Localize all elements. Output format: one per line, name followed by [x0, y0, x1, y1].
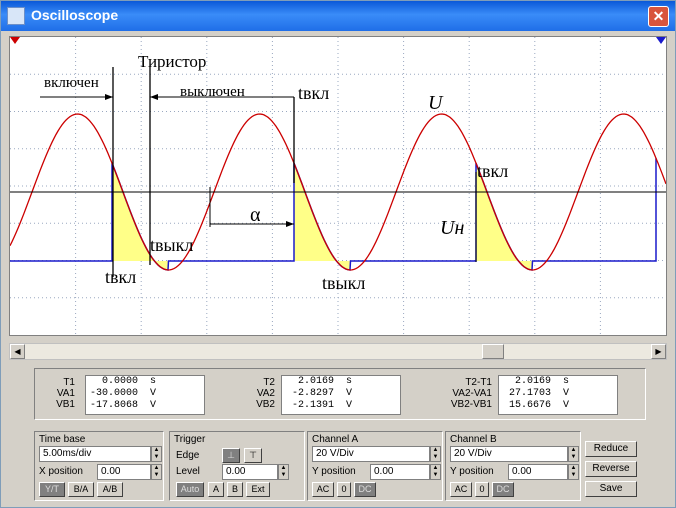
ba-button[interactable]: B/A	[68, 482, 94, 497]
readout-values-2: 2.0169 s -2.8297 V -2.1391 V	[281, 375, 401, 415]
horizontal-scrollbar[interactable]: ◀ ▶	[9, 343, 667, 360]
on-arrow-head-icon	[105, 94, 113, 100]
xpos-label: X position	[39, 466, 83, 477]
scroll-left-icon[interactable]: ◀	[10, 344, 25, 359]
un-label: Uн	[440, 217, 464, 239]
scope-screen[interactable]: Тиристор включен выключен tвкл U tвкл Uн…	[9, 36, 667, 336]
save-button[interactable]: Save	[585, 481, 637, 497]
app-icon	[7, 7, 25, 25]
ab-button[interactable]: A/B	[97, 482, 123, 497]
xpos-field[interactable]: 0.00	[97, 464, 151, 480]
channel-b-group: Channel B 20 V/Div ▲ ▼ Y position 0.00 ▲ ▼…	[445, 431, 581, 501]
channel-b-zero-button[interactable]: 0	[475, 482, 489, 497]
scroll-right-icon[interactable]: ▶	[651, 344, 666, 359]
level-spinner-icon[interactable]: ▲ ▼	[278, 464, 289, 480]
t-on-label-2: tвкл	[477, 161, 508, 181]
cursor2-marker-icon[interactable]	[656, 37, 666, 44]
timebase-title: Time base	[39, 434, 86, 445]
scroll-thumb[interactable]	[482, 344, 504, 359]
channel-b-ypos-spinner-icon[interactable]: ▲ ▼	[568, 464, 579, 480]
xpos-spinner-icon[interactable]: ▲ ▼	[151, 464, 162, 480]
channel-b-ypos-field[interactable]: 0.00	[508, 464, 568, 480]
conduction-fill	[294, 163, 351, 270]
alpha-arrow-head-icon	[286, 221, 294, 227]
channel-b-ypos-label: Y position	[450, 466, 494, 477]
oscilloscope-window: Oscilloscope ✕ Тиристор включен выключен…	[0, 0, 676, 508]
u-label: U	[428, 92, 444, 114]
yt-button[interactable]: Y/T	[39, 482, 65, 497]
channel-b-spinner-icon[interactable]: ▲ ▼	[568, 446, 579, 462]
reverse-button[interactable]: Reverse	[585, 461, 637, 477]
edge-label: Edge	[176, 450, 200, 461]
channel-a-spinner-icon[interactable]: ▲ ▼	[430, 446, 441, 462]
channel-a-scale-field[interactable]: 20 V/Div	[312, 446, 430, 462]
trigger-title: Trigger	[174, 434, 206, 445]
falling-edge-icon[interactable]: ⊤	[244, 448, 262, 463]
channel-b-dc-button[interactable]: DC	[492, 482, 514, 497]
trigger-group: Trigger Edge ⊥ ⊤ Level 0.00 ▲ ▼ Auto A B …	[169, 431, 305, 501]
rising-edge-icon[interactable]: ⊥	[222, 448, 240, 463]
off-label: выключен	[180, 84, 245, 100]
readout-values-1: 0.0000 s -30.0000 V -17.8068 V	[85, 375, 205, 415]
t-on-label-1: tвкл	[298, 83, 329, 103]
readout-values-3: 2.0169 s 27.1703 V 15.6676 V	[498, 375, 618, 415]
auto-button[interactable]: Auto	[176, 482, 204, 497]
channel-b-scale-field[interactable]: 20 V/Div	[450, 446, 568, 462]
channel-a-ypos-field[interactable]: 0.00	[370, 464, 430, 480]
channel-a-zero-button[interactable]: 0	[337, 482, 351, 497]
timebase-spinner-icon[interactable]: ▲ ▼	[151, 446, 162, 462]
trigger-b-button[interactable]: B	[227, 482, 243, 497]
thyristor-label: Тиристор	[138, 52, 206, 71]
scope-display: Тиристор включен выключен tвкл U tвкл Uн…	[9, 37, 667, 335]
t-off-label-2: tвыкл	[322, 273, 365, 293]
title-bar: Oscilloscope ✕	[1, 1, 675, 31]
cursor-readout-panel: T1 VA1 VB1 0.0000 s -30.0000 V -17.8068 V T2…	[34, 368, 646, 420]
channel-a-title: Channel A	[312, 434, 359, 445]
trigger-a-button[interactable]: A	[208, 482, 224, 497]
channel-a-group: Channel A 20 V/Div ▲ ▼ Y position 0.00 ▲ ▼…	[307, 431, 443, 501]
timebase-scale-field[interactable]: 5.00ms/div	[39, 446, 151, 462]
t-on-label-3: tвкл	[105, 267, 136, 287]
reduce-button[interactable]: Reduce	[585, 441, 637, 457]
off-arrow-head-icon	[150, 94, 158, 100]
channel-a-dc-button[interactable]: DC	[354, 482, 376, 497]
timebase-group: Time base 5.00ms/div ▲ ▼ X position 0.00 …	[34, 431, 164, 501]
channel-a-ypos-spinner-icon[interactable]: ▲ ▼	[430, 464, 441, 480]
close-icon[interactable]: ✕	[648, 6, 669, 27]
window-title: Oscilloscope	[31, 7, 119, 23]
level-field[interactable]: 0.00	[222, 464, 278, 480]
level-label: Level	[176, 466, 200, 477]
cursor1-marker-icon[interactable]	[10, 37, 20, 44]
readout-labels-2: T2 VA2 VB2	[256, 377, 275, 410]
channel-b-title: Channel B	[450, 434, 497, 445]
channel-b-ac-button[interactable]: AC	[450, 482, 472, 497]
alpha-label: α	[250, 204, 261, 226]
readout-labels-3: T2-T1 VA2-VA1 VB2-VB1	[450, 377, 492, 410]
t-off-label-1: tвыкл	[150, 235, 193, 255]
readout-labels-1: T1 VA1 VB1	[56, 377, 75, 410]
on-label: включен	[44, 75, 99, 91]
channel-a-ypos-label: Y position	[312, 466, 356, 477]
channel-a-ac-button[interactable]: AC	[312, 482, 334, 497]
ext-button[interactable]: Ext	[246, 482, 270, 497]
load-voltage-trace	[10, 158, 657, 271]
